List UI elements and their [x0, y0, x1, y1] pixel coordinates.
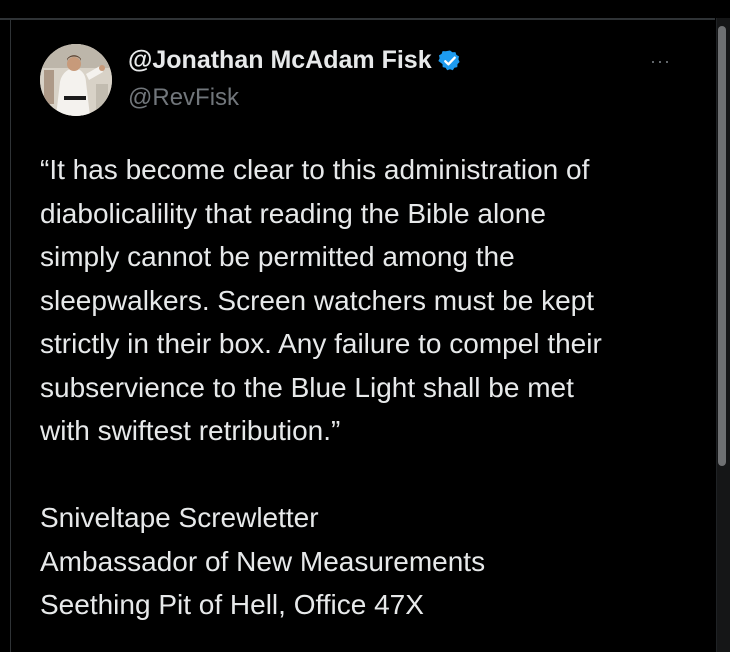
tweet-text-line: simply cannot be permitted among the — [40, 241, 515, 272]
tweet-text-line: with swiftest retribution.” — [40, 415, 341, 446]
tweet-text-line: subservience to the Blue Light shall be … — [40, 371, 574, 403]
signature-name: Sniveltape Screwletter — [40, 502, 319, 533]
scrollbar-thumb[interactable] — [718, 26, 726, 466]
tweet-text-line: sleepwalkers. Screen watchers must be ke… — [40, 284, 595, 316]
top-divider — [0, 18, 715, 20]
display-name-row: @Jonathan McAdam Fisk — [128, 46, 462, 75]
card-left-border — [10, 20, 11, 652]
more-options-icon[interactable]: ··· — [650, 52, 671, 70]
display-name[interactable]: @Jonathan McAdam Fisk — [128, 46, 432, 75]
tweet-text-line: “It has become clear to this administrat… — [40, 154, 590, 185]
user-handle[interactable]: @RevFisk — [128, 84, 239, 112]
tweet-text-line: strictly in their box. Any failure to co… — [40, 328, 602, 359]
tweet-text: “It has become clear to this administrat… — [40, 148, 700, 627]
avatar[interactable] — [40, 44, 112, 116]
signature-office: Seething Pit of Hell, Office 47X — [40, 589, 424, 620]
paragraph-break — [40, 453, 700, 497]
tweet-text-line: diabolicalility that reading the Bible a… — [40, 197, 546, 229]
verified-badge-icon — [438, 49, 462, 73]
signature-title: Ambassador of New Measurements — [40, 545, 486, 577]
